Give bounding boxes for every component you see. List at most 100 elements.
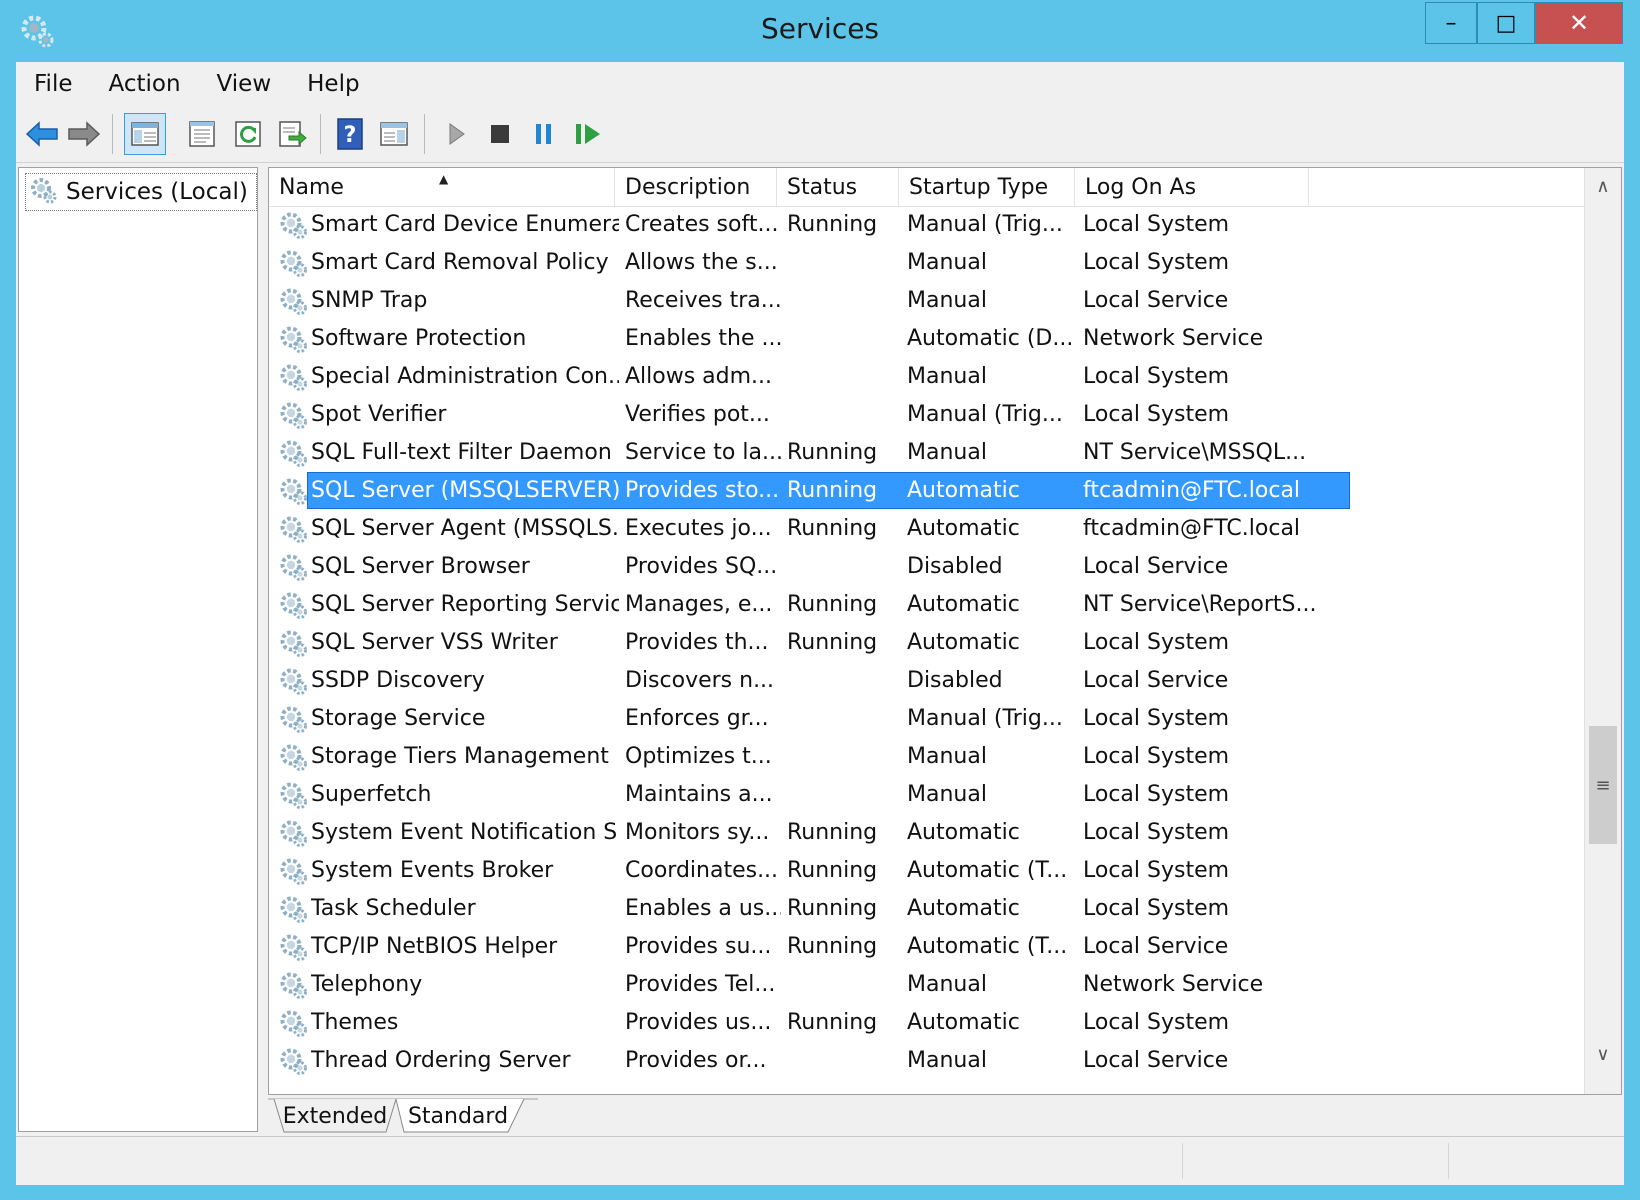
table-row[interactable]: Smart Card Removal Policy Allows the s...… [269,244,1601,282]
table-row[interactable]: Telephony Provides Tel... Manual Network Se… [269,966,1601,1004]
menu-file[interactable]: File [16,71,91,97]
back-arrow-icon[interactable] [24,116,60,152]
show-hide-action-pane-icon[interactable] [376,116,412,152]
table-row[interactable]: SSDP Discovery Discovers n... Disabled Loca… [269,662,1601,700]
cell-startup-type: Automatic [907,592,1020,617]
cell-status: Running [787,896,878,921]
menu-action[interactable]: Action [91,71,199,97]
cell-status [787,738,903,776]
scroll-up-button[interactable]: ∧ [1585,168,1621,204]
cell-description: Provides or... [625,1048,767,1073]
view-tabs: Extended Standard [268,1098,1622,1136]
column-header-log-on-as[interactable]: Log On As [1075,168,1309,206]
refresh-icon[interactable] [230,116,266,152]
properties-icon[interactable] [184,116,220,152]
cell-status [787,358,903,396]
table-row[interactable]: SQL Server Agent (MSSQLS... Executes jo..… [269,510,1601,548]
table-row[interactable]: SQL Full-text Filter Daemon ... Service t… [269,434,1601,472]
cell-description: Enforces gr... [625,706,769,731]
table-row[interactable]: SNMP Trap Receives tra... Manual Local Serv… [269,282,1601,320]
table-row[interactable]: Smart Card Device Enumera... Creates soft… [269,206,1601,244]
cell-description: Manages, e... [625,592,773,617]
table-row[interactable]: System Events Broker Coordinates... Runnin… [269,852,1601,890]
cell-name: System Events Broker [311,858,554,883]
cell-name: SQL Server (MSSQLSERVER) [311,478,619,503]
title-bar[interactable]: Services – □ ✕ [0,0,1640,62]
cell-description: Monitors sy... [625,820,770,845]
service-gear-icon [277,399,309,431]
table-row[interactable]: Task Scheduler Enables a us... Running Auto… [269,890,1601,928]
cell-startup-type: Automatic (T... [907,858,1068,883]
table-row[interactable]: Storage Service Enforces gr... Manual (Tri… [269,700,1601,738]
cell-name: SQL Server Agent (MSSQLS... [311,516,619,541]
show-hide-console-tree-icon[interactable] [124,113,166,155]
toolbar-separator [424,114,425,154]
tree-node-services-local[interactable]: Services (Local) [25,173,257,211]
cell-status: Running [787,630,878,655]
table-row[interactable]: TCP/IP NetBIOS Helper Provides su... Runni… [269,928,1601,966]
cell-status: Running [787,478,878,503]
cell-log-on-as: Local System [1083,858,1230,883]
cell-startup-type: Manual [907,364,987,389]
column-header-startup-type[interactable]: Startup Type [899,168,1075,206]
tree-node-label: Services (Local) [66,179,248,205]
stop-service-icon[interactable] [482,116,518,152]
table-row[interactable]: Software Protection Enables the ... Automa… [269,320,1601,358]
tab-standard[interactable]: Standard [402,1098,514,1134]
table-row[interactable]: Themes Provides us... Running Automatic Loca… [269,1004,1601,1042]
table-row[interactable]: SQL Server Browser Provides SQ... Disabled… [269,548,1601,586]
pause-service-icon[interactable] [526,116,562,152]
cell-name: Telephony [311,972,423,997]
cell-status: Running [787,820,878,845]
cell-log-on-as: NT Service\ReportS... [1083,592,1317,617]
close-button[interactable]: ✕ [1535,2,1623,44]
table-row-selected[interactable]: SQL Server (MSSQLSERVER) Provides sto... R… [269,472,1601,510]
menu-help[interactable]: Help [289,71,377,97]
column-header-label: Status [787,174,858,200]
cell-name: Superfetch [311,782,432,807]
menu-view[interactable]: View [199,71,290,97]
table-row[interactable]: Spot Verifier Verifies pot... Manual (Trig… [269,396,1601,434]
services-list: Name ▲ Description Status Startup Type L… [268,167,1622,1095]
tab-extended[interactable]: Extended [282,1098,388,1134]
service-gear-icon [277,817,309,849]
column-header-row: Name ▲ Description Status Startup Type L… [269,168,1601,207]
cell-status: Running [787,1010,878,1035]
cell-description: Provides th... [625,630,769,655]
column-header-status[interactable]: Status [777,168,899,206]
table-row[interactable]: System Event Notification S... Monitors s… [269,814,1601,852]
resume-service-icon[interactable] [570,116,606,152]
help-icon[interactable]: ? [332,116,368,152]
scroll-down-button[interactable]: ∨ [1585,1036,1621,1072]
vertical-scrollbar[interactable]: ∧ ≡ ∨ [1584,168,1621,1094]
cell-status: Running [787,516,878,541]
table-row[interactable]: SQL Server VSS Writer Provides th... Runni… [269,624,1601,662]
cell-status: Running [787,934,878,959]
service-gear-icon [277,893,309,925]
cell-name: Spot Verifier [311,402,447,427]
table-row[interactable]: Storage Tiers Management Optimizes t... Ma… [269,738,1601,776]
cell-startup-type: Automatic (D... [907,326,1074,351]
export-list-icon[interactable] [274,116,310,152]
cell-log-on-as: Local Service [1083,554,1229,579]
forward-arrow-icon[interactable] [66,116,102,152]
service-gear-icon [277,551,309,583]
table-row[interactable]: Thread Ordering Server Provides or... Manu… [269,1042,1601,1080]
cell-name: System Event Notification S... [311,820,619,845]
start-service-icon[interactable] [438,116,474,152]
cell-description: Coordinates... [625,858,779,883]
cell-startup-type: Automatic [907,630,1020,655]
maximize-button[interactable]: □ [1477,2,1535,44]
scrollbar-thumb[interactable]: ≡ [1589,726,1617,844]
service-gear-icon [277,361,309,393]
table-row[interactable]: Special Administration Con... Allows adm.… [269,358,1601,396]
column-header-description[interactable]: Description [615,168,777,206]
sort-ascending-icon: ▲ [439,172,449,186]
cell-name: Storage Tiers Management [311,744,609,769]
column-header-name[interactable]: Name ▲ [269,168,615,206]
cell-name: Storage Service [311,706,486,731]
cell-status: Running [787,858,878,883]
table-row[interactable]: Superfetch Maintains a... Manual Local Syst… [269,776,1601,814]
table-row[interactable]: SQL Server Reporting Servic... Manages, e… [269,586,1601,624]
minimize-button[interactable]: – [1425,2,1477,44]
